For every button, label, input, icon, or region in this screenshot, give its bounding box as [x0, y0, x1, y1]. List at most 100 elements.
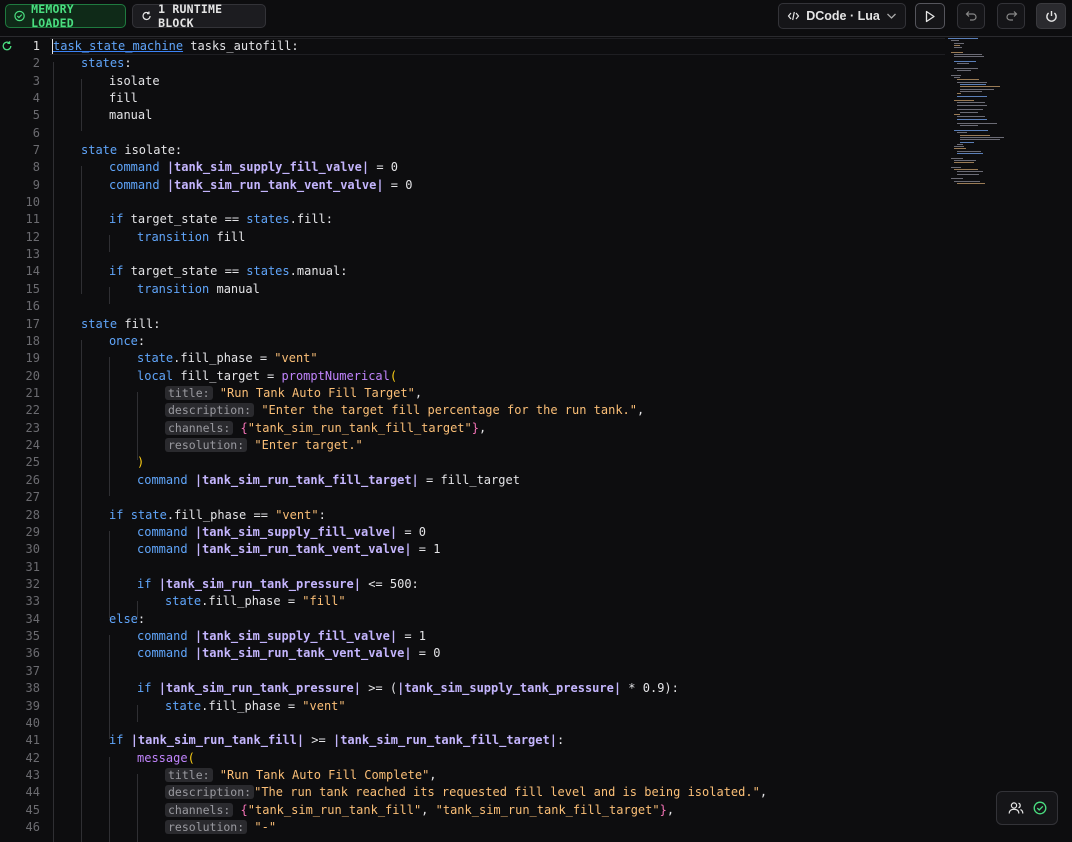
runtime-block-badge[interactable]: 1 RUNTIME BLOCK — [132, 2, 266, 30]
line-number: 22 — [25, 403, 40, 417]
code-token: , — [429, 768, 437, 782]
minimap-line — [957, 81, 987, 83]
minimap-line — [960, 141, 974, 143]
string-token: "vent" — [302, 699, 346, 713]
channel-token: |tank_sim_supply_fill_valve| — [194, 525, 398, 539]
minimap-line — [957, 102, 985, 104]
minimap[interactable] — [948, 38, 1028, 188]
line-number: 33 — [25, 594, 40, 608]
minimap-line — [954, 148, 966, 150]
minimap-line — [954, 44, 960, 46]
line-number: 13 — [25, 247, 40, 261]
minimap-line — [954, 130, 988, 131]
undo-button[interactable] — [957, 3, 985, 29]
code-token: state — [81, 143, 118, 157]
param-hint: channels: — [165, 421, 234, 435]
param-hint: resolution: — [165, 820, 248, 834]
code-token: local — [137, 369, 174, 383]
code-token: state — [165, 594, 202, 608]
code-token: .fill_phase = — [201, 699, 303, 713]
code-editor[interactable]: 1 task_state_machine tasks_autofill: 2 st… — [0, 38, 1072, 842]
code-icon — [787, 11, 800, 21]
code-token: , — [421, 803, 436, 817]
minimap-line — [951, 51, 963, 53]
minimap-line — [951, 166, 961, 168]
language-selector[interactable]: DCode · Lua — [778, 3, 906, 29]
line-number: 32 — [25, 577, 40, 591]
minimap-line — [951, 40, 959, 42]
string-token: "tank_sim_run_tank_fill" — [247, 803, 422, 817]
code-token: if — [109, 212, 124, 226]
code-token: command — [109, 178, 160, 192]
minimap-line — [954, 61, 976, 62]
minimap-line — [960, 139, 1000, 141]
param-hint: description: — [165, 403, 255, 417]
code-token: transition — [137, 282, 210, 296]
code-token: state — [137, 351, 174, 365]
code-token: command — [137, 525, 188, 539]
minimap-line — [954, 77, 960, 79]
string-token: "Enter the target fill percentage for th… — [261, 403, 638, 417]
minimap-line — [948, 38, 978, 39]
code-token: fill_target = — [173, 369, 282, 383]
code-token: state — [81, 317, 118, 331]
line-number: 26 — [25, 473, 40, 487]
code-token: , — [414, 386, 423, 400]
code-token: , — [637, 403, 645, 417]
channel-token: |tank_sim_run_tank_pressure| — [158, 681, 361, 695]
code-token: if — [137, 681, 152, 695]
presence-widget[interactable] — [996, 791, 1058, 825]
line-number: 16 — [25, 299, 40, 313]
code-token: command — [137, 473, 188, 487]
line-number: 6 — [32, 126, 40, 140]
line-number: 12 — [25, 230, 40, 244]
code-token: : — [556, 733, 565, 747]
power-button[interactable] — [1036, 3, 1066, 29]
code-token: >= — [304, 733, 333, 747]
code-token: ) — [137, 455, 145, 469]
line-number: 31 — [25, 560, 40, 574]
minimap-line — [960, 86, 1000, 88]
code-token: if — [109, 733, 124, 747]
code-token: * 0.9): — [621, 681, 679, 695]
minimap-line — [957, 182, 985, 184]
code-token: , — [759, 785, 768, 799]
run-button[interactable] — [915, 3, 945, 29]
channel-token: |tank_sim_run_tank_vent_valve| — [194, 646, 412, 660]
string-token: "Run Tank Auto Fill Complete" — [219, 768, 430, 782]
line-number: 35 — [25, 629, 40, 643]
code-token: = 0 — [383, 178, 413, 192]
line-number: 21 — [25, 386, 40, 400]
users-icon[interactable] — [1008, 801, 1024, 815]
minimap-line — [954, 42, 964, 44]
param-hint: channels: — [165, 803, 234, 817]
param-hint: resolution: — [165, 438, 248, 452]
line-number: 23 — [25, 421, 40, 435]
line-number: 29 — [25, 525, 40, 539]
string-token: "tank_sim_run_tank_fill_target" — [247, 421, 472, 435]
code-token: } — [471, 421, 479, 435]
power-icon — [1045, 10, 1057, 22]
code-token: once — [109, 334, 138, 348]
code-token: tasks_autofill: — [183, 39, 299, 53]
line-number: 2 — [32, 56, 40, 70]
minimap-line — [960, 90, 982, 92]
line-number: 37 — [25, 664, 40, 678]
string-token: "tank_sim_run_tank_fill_target" — [435, 803, 660, 817]
check-circle-icon — [14, 10, 25, 22]
minimap-line — [954, 159, 976, 161]
line-number: 18 — [25, 334, 40, 348]
code-token: , — [666, 803, 675, 817]
redo-button[interactable] — [997, 3, 1025, 29]
line-number: 20 — [25, 369, 40, 383]
minimap-line — [960, 134, 990, 136]
undo-icon — [965, 11, 977, 21]
line-number: 45 — [25, 803, 40, 817]
code-token: : — [137, 612, 146, 626]
minimap-line — [954, 113, 960, 115]
line-number: 41 — [25, 733, 40, 747]
channel-token: |tank_sim_run_tank_vent_valve| — [194, 542, 412, 556]
code-token: target_state == — [123, 212, 247, 226]
minimap-line — [957, 118, 987, 120]
minimap-line — [954, 146, 964, 148]
